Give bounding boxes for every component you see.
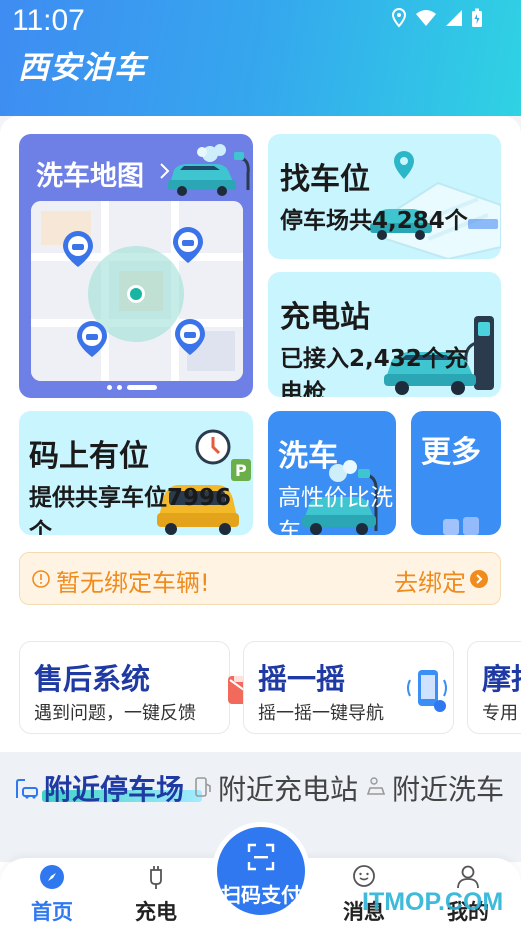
wifi-icon: [416, 10, 436, 26]
parking-lot-icon: [16, 779, 38, 799]
shake-title: 摇一摇: [258, 662, 346, 696]
scan-pay-button[interactable]: 扫码支付: [212, 822, 310, 920]
charging-pile-icon: [195, 777, 211, 797]
find-parking-title: 找车位: [280, 162, 370, 197]
charging-station-tile[interactable]: 充电站 已接入2,432个充电枪: [268, 272, 501, 397]
bind-vehicle-link[interactable]: 去绑定: [394, 563, 466, 598]
shared-spot-tile[interactable]: P 码上有位 提供共享车位7996个: [19, 411, 253, 535]
nav-charge[interactable]: 充电: [116, 864, 196, 926]
nav-home-label: 首页: [31, 900, 73, 924]
location-icon: [391, 8, 407, 28]
scan-icon: [247, 843, 275, 871]
more-tile[interactable]: 更多: [411, 411, 501, 535]
car-wash-title: 洗车: [278, 439, 338, 474]
car-wash-icon: [168, 144, 250, 196]
info-icon: [32, 570, 50, 588]
svg-text:P: P: [235, 461, 247, 480]
tab-nearby-wash[interactable]: 附近洗车: [392, 768, 504, 808]
app-title: 西安泊车: [18, 50, 146, 86]
tab-nearby-charging[interactable]: 附近充电站: [218, 768, 358, 808]
shake-subtitle: 摇一摇一键导航: [258, 703, 384, 724]
watermark: ITMOP.COM: [362, 888, 504, 916]
find-parking-count: 停车场共4,284个: [280, 208, 468, 234]
after-sales-subtitle: 遇到问题，一键反馈: [34, 703, 196, 724]
more-title: 更多: [421, 435, 481, 470]
carousel-indicator: [107, 385, 157, 390]
chat-smile-icon: [353, 865, 375, 887]
shake-phone-icon: [407, 670, 447, 712]
car-wash-tile[interactable]: 洗车 高性价比洗车: [268, 411, 396, 535]
signal-icon: [446, 10, 462, 26]
shared-spot-title: 码上有位: [29, 439, 149, 474]
bind-vehicle-notice[interactable]: 暂无绑定车辆! 去绑定: [19, 552, 501, 605]
compass-icon: [40, 865, 64, 889]
notice-text: 暂无绑定车辆!: [56, 569, 210, 597]
nav-charge-label: 充电: [135, 900, 177, 924]
header: 11:07 西安泊车: [0, 0, 521, 116]
chevron-right-circle-icon[interactable]: [470, 570, 488, 588]
wash-map-title: 洗车地图: [36, 161, 144, 192]
status-icons: [391, 8, 483, 28]
charging-plug-icon: [150, 866, 162, 889]
user-icon: [457, 865, 479, 889]
shared-spot-count: 提供共享车位7996个: [29, 485, 232, 535]
grid-icon: [443, 517, 479, 535]
battery-icon: [472, 8, 482, 27]
scan-pay-label: 扫码支付: [221, 883, 301, 907]
map-illustration: [31, 201, 243, 381]
map-preview[interactable]: [31, 201, 243, 381]
car-marker-icon: [63, 231, 93, 267]
after-sales-title: 售后系统: [34, 662, 151, 696]
motorcycle-subtitle: 专用: [482, 703, 518, 724]
motorcycle-title: 摩托: [482, 662, 521, 696]
shake-card[interactable]: 摇一摇 摇一摇一键导航: [243, 641, 454, 734]
car-marker-icon: [173, 227, 203, 263]
status-time: 11:07: [12, 4, 85, 37]
car-wash-subtitle: 高性价比洗车: [278, 485, 393, 535]
tab-nearby-parking[interactable]: 附近停车场: [44, 768, 184, 808]
charging-station-count: 已接入2,432个充电枪: [280, 346, 468, 397]
wash-map-tile[interactable]: 洗车地图: [19, 134, 253, 398]
charging-station-title: 充电站: [280, 300, 370, 335]
after-sales-card[interactable]: 售后系统 遇到问题，一键反馈: [19, 641, 230, 734]
car-marker-icon: [77, 321, 107, 357]
find-parking-tile[interactable]: 找车位 停车场共4,284个: [268, 134, 501, 259]
car-wash-small-icon: [366, 777, 386, 795]
car-marker-icon: [175, 319, 205, 355]
motorcycle-card[interactable]: 摩托 专用: [467, 641, 521, 734]
nav-home[interactable]: 首页: [12, 864, 92, 926]
